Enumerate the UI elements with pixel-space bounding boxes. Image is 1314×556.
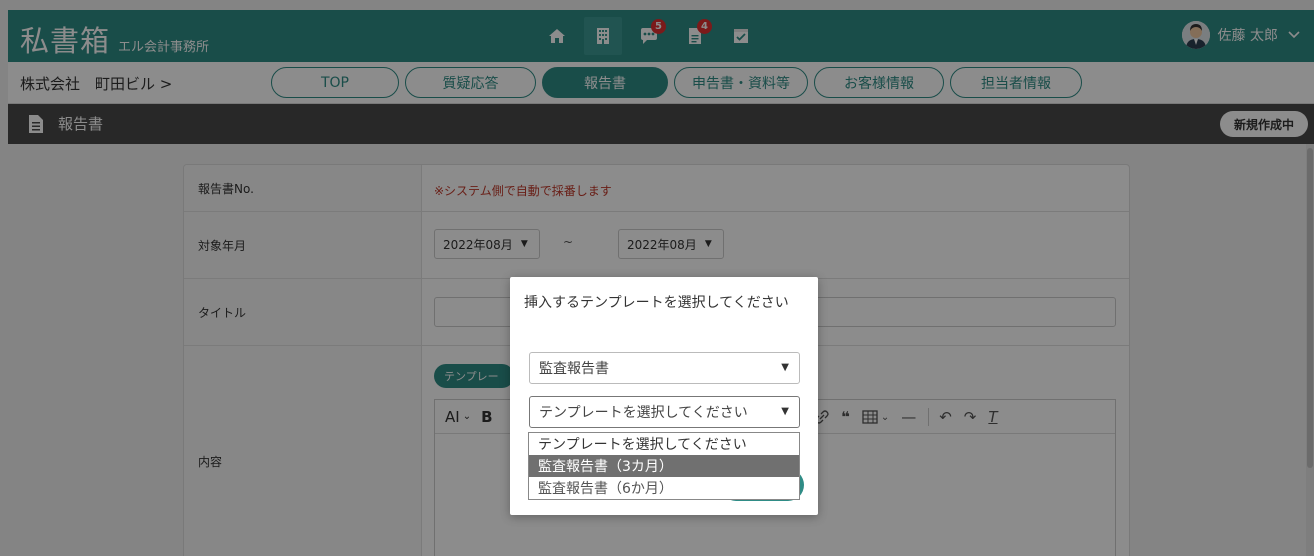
template-option-selected[interactable]: 監査報告書（3カ月） (529, 455, 799, 477)
template-option[interactable]: テンプレートを選択してください (529, 433, 799, 455)
modal-title: 挿入するテンプレートを選択してください (524, 295, 789, 311)
template-option[interactable]: 監査報告書（6か月） (529, 477, 799, 499)
caret-down-icon: ▼ (781, 362, 789, 373)
caret-down-icon: ▼ (781, 406, 789, 417)
template-select[interactable]: テンプレートを選択してください ▼ (529, 396, 800, 428)
template-category-select[interactable]: 監査報告書 ▼ (529, 352, 800, 384)
template-options-list: テンプレートを選択してください 監査報告書（3カ月） 監査報告書（6か月） (528, 432, 800, 500)
template-select-value: テンプレートを選択してください (539, 405, 748, 421)
category-value: 監査報告書 (539, 361, 609, 377)
